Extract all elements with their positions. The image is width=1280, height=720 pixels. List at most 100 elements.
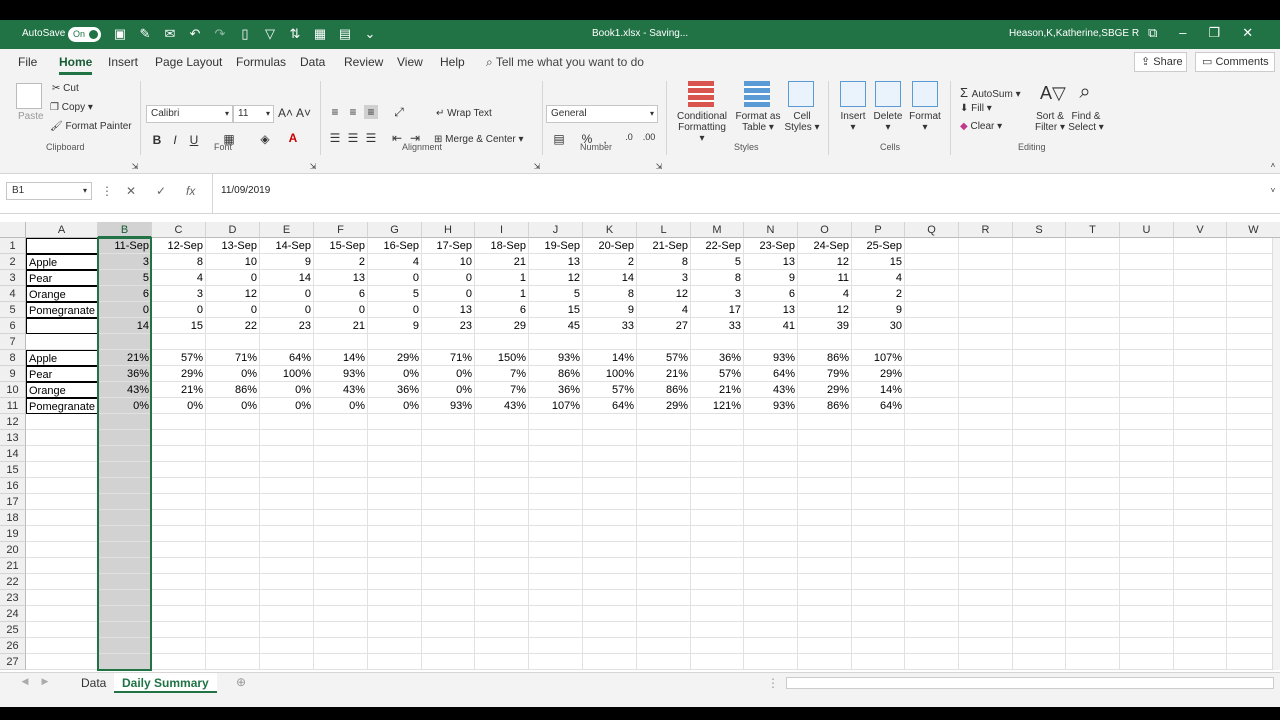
cell-r24[interactable] bbox=[959, 606, 1013, 622]
cell-l4[interactable]: 12 bbox=[637, 286, 691, 302]
cell-e3[interactable]: 14 bbox=[260, 270, 314, 286]
cell-i15[interactable] bbox=[475, 462, 529, 478]
column-header-m[interactable]: M bbox=[691, 222, 744, 238]
cell-k7[interactable] bbox=[583, 334, 637, 350]
cell-n15[interactable] bbox=[744, 462, 798, 478]
cell-v21[interactable] bbox=[1174, 558, 1227, 574]
cell-r4[interactable] bbox=[959, 286, 1013, 302]
cell-v18[interactable] bbox=[1174, 510, 1227, 526]
wrap-text-button[interactable]: ↵ Wrap Text bbox=[436, 108, 492, 119]
cell-n13[interactable] bbox=[744, 430, 798, 446]
cell-a25[interactable] bbox=[26, 622, 98, 638]
cell-b19[interactable] bbox=[98, 526, 152, 542]
cell-d4[interactable]: 12 bbox=[206, 286, 260, 302]
increase-font-icon[interactable]: A˄ bbox=[278, 106, 293, 120]
cell-n22[interactable] bbox=[744, 574, 798, 590]
cell-r18[interactable] bbox=[959, 510, 1013, 526]
cell-e5[interactable]: 0 bbox=[260, 302, 314, 318]
cell-a2[interactable]: Apple bbox=[26, 254, 98, 270]
cell-l11[interactable]: 29% bbox=[637, 398, 691, 414]
autosave-toggle[interactable]: On bbox=[68, 27, 101, 42]
cell-styles-icon[interactable] bbox=[788, 81, 814, 107]
cell-d12[interactable] bbox=[206, 414, 260, 430]
cell-f13[interactable] bbox=[314, 430, 368, 446]
align-bottom-icon[interactable]: ≡ bbox=[364, 105, 378, 119]
cell-h7[interactable] bbox=[422, 334, 475, 350]
cell-d24[interactable] bbox=[206, 606, 260, 622]
cell-l5[interactable]: 4 bbox=[637, 302, 691, 318]
cell-m13[interactable] bbox=[691, 430, 744, 446]
cell-i25[interactable] bbox=[475, 622, 529, 638]
row-header[interactable]: 10 bbox=[0, 382, 26, 398]
cell-b20[interactable] bbox=[98, 542, 152, 558]
row-header[interactable]: 5 bbox=[0, 302, 26, 318]
cell-u27[interactable] bbox=[1120, 654, 1174, 670]
cell-q22[interactable] bbox=[905, 574, 959, 590]
cell-m8[interactable]: 36% bbox=[691, 350, 744, 366]
cell-m21[interactable] bbox=[691, 558, 744, 574]
cell-c23[interactable] bbox=[152, 590, 206, 606]
cell-k20[interactable] bbox=[583, 542, 637, 558]
row-header[interactable]: 6 bbox=[0, 318, 26, 334]
cell-d23[interactable] bbox=[206, 590, 260, 606]
cell-t3[interactable] bbox=[1066, 270, 1120, 286]
column-header-t[interactable]: T bbox=[1066, 222, 1120, 238]
cell-h26[interactable] bbox=[422, 638, 475, 654]
cell-e18[interactable] bbox=[260, 510, 314, 526]
cell-a15[interactable] bbox=[26, 462, 98, 478]
conditional-formatting-icon[interactable] bbox=[688, 81, 714, 107]
horizontal-scrollbar[interactable] bbox=[786, 677, 1274, 689]
cell-m25[interactable] bbox=[691, 622, 744, 638]
cell-a18[interactable] bbox=[26, 510, 98, 526]
cell-l7[interactable] bbox=[637, 334, 691, 350]
cell-g11[interactable]: 0% bbox=[368, 398, 422, 414]
cancel-icon[interactable]: ✕ bbox=[126, 184, 136, 198]
cell-m15[interactable] bbox=[691, 462, 744, 478]
cell-o1[interactable]: 24-Sep bbox=[798, 238, 852, 254]
cell-o7[interactable] bbox=[798, 334, 852, 350]
cell-s10[interactable] bbox=[1013, 382, 1066, 398]
cell-g1[interactable]: 16-Sep bbox=[368, 238, 422, 254]
cell-a13[interactable] bbox=[26, 430, 98, 446]
cell-s9[interactable] bbox=[1013, 366, 1066, 382]
cell-l10[interactable]: 86% bbox=[637, 382, 691, 398]
number-launcher-icon[interactable]: ⇲ bbox=[652, 162, 666, 171]
cell-s13[interactable] bbox=[1013, 430, 1066, 446]
cell-f10[interactable]: 43% bbox=[314, 382, 368, 398]
cell-r12[interactable] bbox=[959, 414, 1013, 430]
cell-h24[interactable] bbox=[422, 606, 475, 622]
clear-button[interactable]: ◆ Clear ▾ bbox=[960, 121, 1002, 132]
cell-i19[interactable] bbox=[475, 526, 529, 542]
cell-c25[interactable] bbox=[152, 622, 206, 638]
cell-v3[interactable] bbox=[1174, 270, 1227, 286]
cell-n9[interactable]: 64% bbox=[744, 366, 798, 382]
column-header-s[interactable]: S bbox=[1013, 222, 1066, 238]
cell-d20[interactable] bbox=[206, 542, 260, 558]
cell-t15[interactable] bbox=[1066, 462, 1120, 478]
cell-f7[interactable] bbox=[314, 334, 368, 350]
cell-j4[interactable]: 5 bbox=[529, 286, 583, 302]
column-header-h[interactable]: H bbox=[422, 222, 475, 238]
cell-e17[interactable] bbox=[260, 494, 314, 510]
column-header-c[interactable]: C bbox=[152, 222, 206, 238]
cell-j7[interactable] bbox=[529, 334, 583, 350]
cell-b11[interactable]: 0% bbox=[98, 398, 152, 414]
cell-o15[interactable] bbox=[798, 462, 852, 478]
select-all-corner[interactable] bbox=[0, 222, 26, 238]
cell-t4[interactable] bbox=[1066, 286, 1120, 302]
cell-j20[interactable] bbox=[529, 542, 583, 558]
cell-t24[interactable] bbox=[1066, 606, 1120, 622]
column-header-n[interactable]: N bbox=[744, 222, 798, 238]
cell-t12[interactable] bbox=[1066, 414, 1120, 430]
cell-q26[interactable] bbox=[905, 638, 959, 654]
cell-a6[interactable] bbox=[26, 318, 98, 334]
cell-v11[interactable] bbox=[1174, 398, 1227, 414]
cell-r9[interactable] bbox=[959, 366, 1013, 382]
cell-o3[interactable]: 11 bbox=[798, 270, 852, 286]
cell-o22[interactable] bbox=[798, 574, 852, 590]
cell-f5[interactable]: 0 bbox=[314, 302, 368, 318]
cell-b10[interactable]: 43% bbox=[98, 382, 152, 398]
cell-n11[interactable]: 93% bbox=[744, 398, 798, 414]
cell-a4[interactable]: Orange bbox=[26, 286, 98, 302]
cell-u26[interactable] bbox=[1120, 638, 1174, 654]
